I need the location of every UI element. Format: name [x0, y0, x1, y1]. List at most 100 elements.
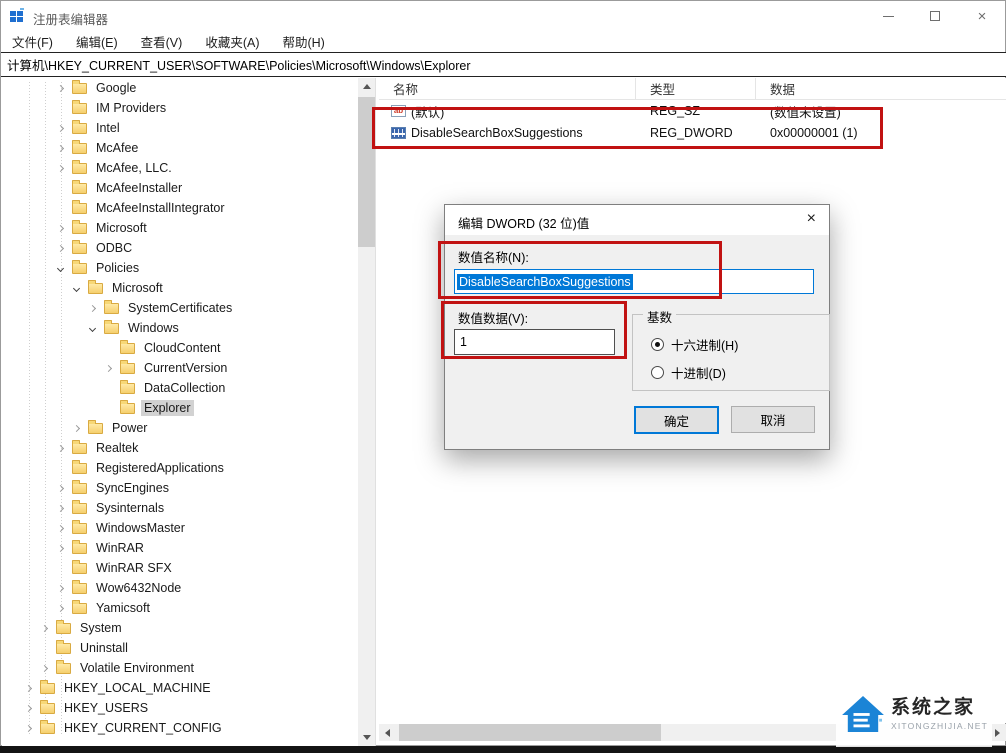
close-button[interactable]: ×: [959, 1, 1005, 31]
tree-item-volatile-environment[interactable]: Volatile Environment: [2, 658, 358, 678]
tree-item-mcafeeinstallintegrator[interactable]: McAfeeInstallIntegrator: [2, 198, 358, 218]
tree-item-microsoft[interactable]: Microsoft: [2, 218, 358, 238]
dialog-close-icon[interactable]: ×: [807, 211, 816, 227]
chevron-down-icon[interactable]: [69, 281, 84, 296]
radio-option-hexadecimal[interactable]: 十六进制(H): [651, 335, 738, 354]
list-scrollbar-thumb[interactable]: [399, 724, 661, 741]
tree-item-hkey-current-config[interactable]: HKEY_CURRENT_CONFIG: [2, 718, 358, 738]
chevron-right-icon[interactable]: [85, 301, 100, 316]
column-header-1[interactable]: 类型: [636, 78, 756, 99]
tree-item-mcafeeinstaller[interactable]: McAfeeInstaller: [2, 178, 358, 198]
tree-item-yamicsoft[interactable]: Yamicsoft: [2, 598, 358, 618]
folder-icon: [72, 439, 87, 454]
chevron-right-icon[interactable]: [53, 601, 68, 616]
menu-item-3[interactable]: 收藏夹(A): [205, 32, 259, 51]
chevron-placeholder: [37, 641, 52, 656]
chevron-right-icon[interactable]: [37, 621, 52, 636]
folder-icon: [72, 219, 87, 234]
folder-icon: [56, 639, 71, 654]
chevron-right-icon[interactable]: [21, 721, 36, 736]
tree-item-label: CurrentVersion: [144, 361, 228, 375]
chevron-right-icon[interactable]: [53, 241, 68, 256]
chevron-right-icon[interactable]: [53, 141, 68, 156]
tree-item-datacollection[interactable]: DataCollection: [2, 378, 358, 398]
tree-item-wow6432node[interactable]: Wow6432Node: [2, 578, 358, 598]
scroll-up-arrow[interactable]: [358, 78, 375, 95]
menu-item-1[interactable]: 编辑(E): [76, 32, 118, 51]
pane-splitter[interactable]: [375, 78, 376, 746]
tree-item-label: Power: [112, 421, 148, 435]
tree-item-uninstall[interactable]: Uninstall: [2, 638, 358, 658]
chevron-right-icon[interactable]: [53, 481, 68, 496]
scroll-left-arrow[interactable]: [379, 724, 396, 741]
folder-icon: [40, 719, 55, 734]
column-header-2[interactable]: 数据: [756, 78, 1006, 99]
menu-item-4[interactable]: 帮助(H): [282, 32, 324, 51]
tree-item-microsoft[interactable]: Microsoft: [2, 278, 358, 298]
chevron-right-icon[interactable]: [21, 701, 36, 716]
tree-item-windows[interactable]: Windows: [2, 318, 358, 338]
cancel-button[interactable]: 取消: [731, 406, 815, 433]
chevron-right-icon[interactable]: [37, 661, 52, 676]
radio-option-decimal[interactable]: 十进制(D): [651, 363, 726, 382]
tree-item-currentversion[interactable]: CurrentVersion: [2, 358, 358, 378]
tree-item-system[interactable]: System: [2, 618, 358, 638]
chevron-right-icon[interactable]: [53, 541, 68, 556]
tree-item-odbc[interactable]: ODBC: [2, 238, 358, 258]
chevron-right-icon[interactable]: [53, 521, 68, 536]
folder-icon: [120, 379, 135, 394]
tree-item-im-providers[interactable]: IM Providers: [2, 98, 358, 118]
chevron-right-icon[interactable]: [69, 421, 84, 436]
chevron-right-icon[interactable]: [53, 501, 68, 516]
tree-item-label: Microsoft: [112, 281, 163, 295]
chevron-right-icon[interactable]: [53, 221, 68, 236]
dialog-title: 编辑 DWORD (32 位)值: [458, 217, 590, 231]
tree-item-cloudcontent[interactable]: CloudContent: [2, 338, 358, 358]
tree-item-policies[interactable]: Policies: [2, 258, 358, 278]
tree-item-hkey-users[interactable]: HKEY_USERS: [2, 698, 358, 718]
tree-item-winrar-sfx[interactable]: WinRAR SFX: [2, 558, 358, 578]
maximize-button[interactable]: [912, 1, 958, 31]
tree-item-label: SyncEngines: [96, 481, 169, 495]
tree-item-syncengines[interactable]: SyncEngines: [2, 478, 358, 498]
chevron-down-icon[interactable]: [85, 321, 100, 336]
chevron-right-icon[interactable]: [53, 581, 68, 596]
tree-item-label: SystemCertificates: [128, 301, 233, 315]
tree-item-winrar[interactable]: WinRAR: [2, 538, 358, 558]
tree-item-hkey-local-machine[interactable]: HKEY_LOCAL_MACHINE: [2, 678, 358, 698]
chevron-right-icon[interactable]: [53, 81, 68, 96]
menu-item-2[interactable]: 查看(V): [141, 32, 183, 51]
radio-selected-icon[interactable]: [651, 338, 664, 351]
chevron-right-icon[interactable]: [101, 361, 116, 376]
folder-icon: [72, 259, 87, 274]
tree-item-label: Intel: [96, 121, 120, 135]
tree-item-explorer[interactable]: Explorer: [2, 398, 358, 418]
tree-item-intel[interactable]: Intel: [2, 118, 358, 138]
tree-item-sysinternals[interactable]: Sysinternals: [2, 498, 358, 518]
annotation-box-value-name: [438, 241, 722, 299]
tree-item-windowsmaster[interactable]: WindowsMaster: [2, 518, 358, 538]
ok-button[interactable]: 确定: [634, 406, 719, 434]
menu-item-0[interactable]: 文件(F): [12, 32, 53, 51]
tree-item-label: Google: [96, 81, 137, 95]
tree-item-mcafee[interactable]: McAfee: [2, 138, 358, 158]
tree-item-realtek[interactable]: Realtek: [2, 438, 358, 458]
chevron-right-icon[interactable]: [21, 681, 36, 696]
tree-item-mcafee-llc-[interactable]: McAfee, LLC.: [2, 158, 358, 178]
chevron-right-icon[interactable]: [53, 121, 68, 136]
tree-item-label: Volatile Environment: [80, 661, 194, 675]
tree-item-systemcertificates[interactable]: SystemCertificates: [2, 298, 358, 318]
chevron-right-icon[interactable]: [53, 441, 68, 456]
chevron-down-icon[interactable]: [53, 261, 68, 276]
scroll-right-arrow[interactable]: [989, 724, 1006, 741]
tree-item-power[interactable]: Power: [2, 418, 358, 438]
scroll-down-arrow[interactable]: [358, 729, 375, 746]
chevron-right-icon[interactable]: [53, 161, 68, 176]
radio-unselected-icon[interactable]: [651, 366, 664, 379]
address-bar[interactable]: 计算机\HKEY_CURRENT_USER\SOFTWARE\Policies\…: [1, 52, 1006, 77]
tree-item-registeredapplications[interactable]: RegisteredApplications: [2, 458, 358, 478]
minimize-button[interactable]: [865, 1, 911, 31]
tree-vertical-scrollbar[interactable]: [358, 78, 375, 746]
tree-item-google[interactable]: Google: [2, 78, 358, 98]
column-header-0[interactable]: 名称: [379, 78, 636, 99]
